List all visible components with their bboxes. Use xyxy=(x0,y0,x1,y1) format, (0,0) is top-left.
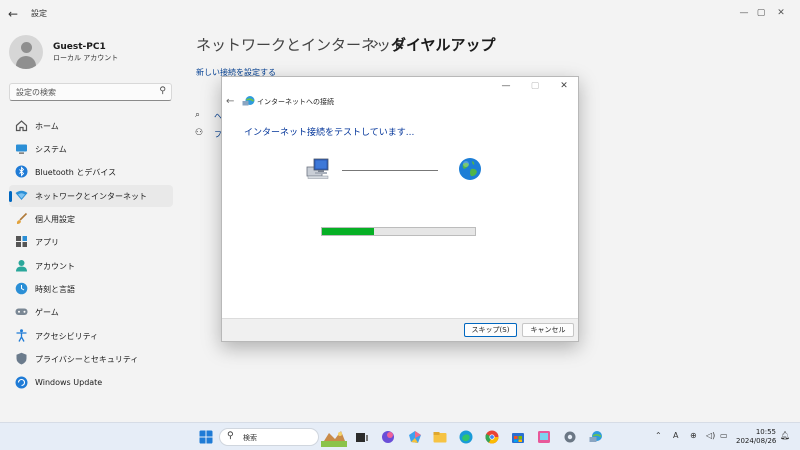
dialog-back-icon[interactable]: ← xyxy=(226,96,234,107)
connection-line xyxy=(342,170,438,171)
task-view-icon[interactable] xyxy=(355,430,369,444)
sidebar-item-apps[interactable]: アプリ xyxy=(9,231,173,253)
network-status-icon[interactable]: ⊕ xyxy=(690,431,697,440)
notification-bell-icon[interactable]: 🔔︎ xyxy=(780,431,790,440)
search-highlight-icon[interactable] xyxy=(321,427,347,447)
sidebar-item-label: ホーム xyxy=(35,122,59,131)
maximize-icon[interactable]: ▢ xyxy=(753,5,769,21)
ime-indicator[interactable]: A xyxy=(673,431,678,440)
sidebar-item-label: 時刻と言語 xyxy=(35,285,75,294)
sidebar-item-windows-update[interactable]: Windows Update xyxy=(9,372,173,394)
taskbar: ⚲ 検索 ⌃ A ⊕ ◁) ▭ 10:55 2024/08/26 🔔︎ xyxy=(0,422,800,450)
avatar[interactable] xyxy=(9,35,43,69)
connect-internet-dialog: — ▢ ✕ ← インターネットへの接続 インターネット接続をテストしています..… xyxy=(221,76,579,342)
internet-connection-icon xyxy=(242,96,255,106)
home-icon xyxy=(15,120,28,132)
settings-search-box[interactable]: ⚲ xyxy=(9,83,172,101)
computer-icon xyxy=(306,158,329,179)
sidebar-item-home[interactable]: ホーム xyxy=(9,115,173,137)
chevron-up-icon[interactable]: ⌃ xyxy=(655,431,662,440)
system-icon xyxy=(16,144,27,154)
user-connection-icon: ⚇ xyxy=(195,128,204,138)
shield-icon xyxy=(16,352,27,365)
start-icon[interactable] xyxy=(199,430,213,444)
account-icon xyxy=(16,260,27,272)
settings-search-input[interactable] xyxy=(16,86,146,98)
apps-icon xyxy=(16,236,27,247)
search-icon: ⚲ xyxy=(227,431,234,441)
sidebar-item-accessibility[interactable]: アクセシビリティ xyxy=(9,325,173,347)
selection-indicator xyxy=(9,191,12,202)
breadcrumb-separator: › xyxy=(373,34,379,52)
sidebar-item-time-language[interactable]: 時刻と言語 xyxy=(9,278,173,300)
dialog-minimize-icon[interactable]: — xyxy=(498,79,514,93)
volume-icon[interactable]: ◁) xyxy=(706,431,715,440)
avatar-body xyxy=(16,56,36,69)
dialog-title: インターネットへの接続 xyxy=(257,98,334,106)
photos-app-icon[interactable] xyxy=(537,430,551,444)
connection-icon: ⌕ xyxy=(195,110,201,120)
sidebar-item-label: アクセシビリティ xyxy=(35,332,99,341)
sidebar-item-label: ゲーム xyxy=(35,308,59,317)
sidebar-item-bluetooth[interactable]: Bluetooth とデバイス xyxy=(9,161,173,183)
test-progress-bar xyxy=(321,227,476,236)
sidebar-item-gaming[interactable]: ゲーム xyxy=(9,301,173,323)
internet-connection-taskbar-icon[interactable] xyxy=(589,430,603,444)
user-name: Guest-PC1 xyxy=(53,42,106,52)
sidebar-item-label: システム xyxy=(35,145,67,154)
sidebar-item-label: 個人用設定 xyxy=(35,215,75,224)
sidebar-item-personalization[interactable]: 個人用設定 xyxy=(9,208,173,230)
clock-time[interactable]: 10:55 xyxy=(740,428,776,437)
app-title: 設定 xyxy=(31,9,47,18)
sidebar-item-label: プライバシーとセキュリティ xyxy=(35,355,139,364)
search-icon: ⚲ xyxy=(159,86,166,96)
sidebar-item-accounts[interactable]: アカウント xyxy=(9,255,173,277)
windows-update-icon xyxy=(15,376,28,389)
minimize-icon[interactable]: — xyxy=(736,5,752,21)
sidebar-item-privacy[interactable]: プライバシーとセキュリティ xyxy=(9,348,173,370)
chrome-icon[interactable] xyxy=(485,430,499,444)
sidebar-item-network[interactable]: ネットワークとインターネット xyxy=(9,185,173,207)
progress-fill xyxy=(322,228,375,235)
cancel-button[interactable]: キャンセル xyxy=(522,323,574,337)
network-icon xyxy=(15,190,28,200)
back-arrow-icon[interactable]: ← xyxy=(8,7,22,21)
globe-icon xyxy=(459,158,481,180)
copilot-colors-icon[interactable] xyxy=(408,430,422,444)
sidebar-item-system[interactable]: システム xyxy=(9,138,173,160)
sidebar-item-label: Windows Update xyxy=(35,378,103,387)
file-explorer-icon[interactable] xyxy=(433,430,447,444)
settings-gear-icon[interactable] xyxy=(563,430,577,444)
dialog-footer: スキップ(S) キャンセル xyxy=(222,318,578,341)
title-bar: ← 設定 — ▢ ✕ xyxy=(0,0,800,28)
accessibility-icon xyxy=(16,329,27,342)
dialog-maximize-icon: ▢ xyxy=(530,81,540,91)
account-type: ローカル アカウント xyxy=(53,54,119,62)
battery-icon[interactable]: ▭ xyxy=(720,431,728,440)
avatar-head xyxy=(21,42,32,53)
sidebar-item-label: Bluetooth とデバイス xyxy=(35,168,117,177)
copilot-icon[interactable] xyxy=(381,430,395,444)
dialog-status-heading: インターネット接続をテストしています... xyxy=(244,128,415,138)
page-title: ダイヤルアップ xyxy=(391,36,496,54)
time-language-icon xyxy=(15,282,28,295)
close-icon[interactable]: ✕ xyxy=(773,5,789,21)
bluetooth-icon xyxy=(15,165,28,178)
dialog-close-icon[interactable]: ✕ xyxy=(556,79,572,93)
taskbar-search[interactable]: ⚲ 検索 xyxy=(219,428,319,446)
skip-button[interactable]: スキップ(S) xyxy=(464,323,517,337)
sidebar-item-label: ネットワークとインターネット xyxy=(35,192,147,201)
clock-date[interactable]: 2024/08/26 xyxy=(736,437,776,445)
sidebar-item-label: アカウント xyxy=(35,262,75,271)
gaming-icon xyxy=(15,308,28,315)
store-icon[interactable] xyxy=(511,430,525,444)
brush-icon xyxy=(16,212,28,224)
taskbar-search-label: 検索 xyxy=(243,434,257,442)
edge-icon[interactable] xyxy=(459,430,473,444)
sidebar-item-label: アプリ xyxy=(35,238,59,247)
